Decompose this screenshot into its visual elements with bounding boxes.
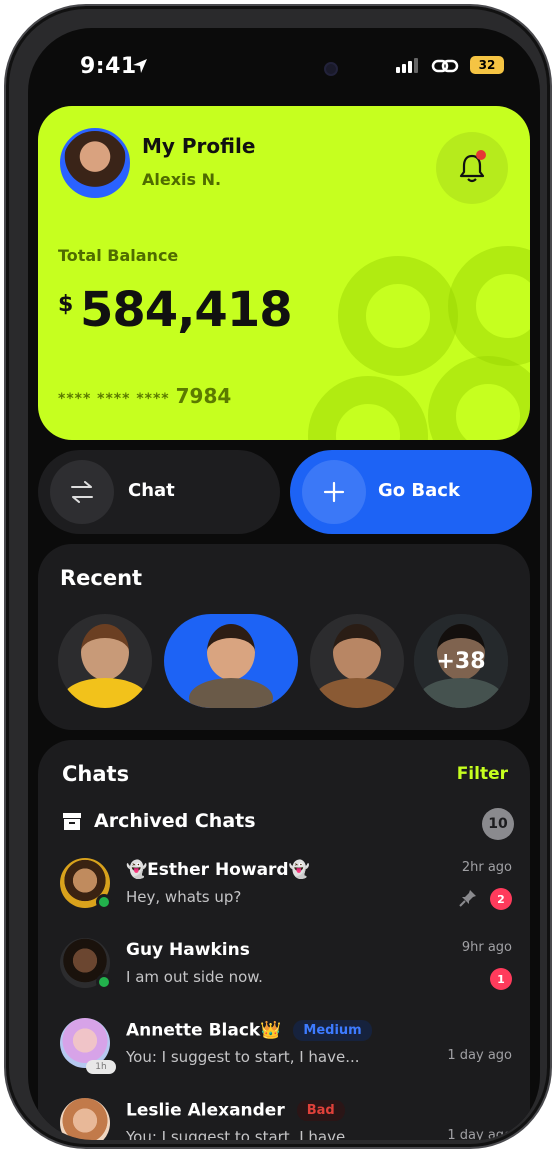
chat-row[interactable]: Leslie Alexander Bad You: I suggest to st… bbox=[60, 1094, 512, 1140]
signal-icon bbox=[396, 58, 418, 73]
card-last4: 7984 bbox=[175, 384, 232, 408]
avatar[interactable] bbox=[60, 128, 130, 198]
chat-name: Annette Black👑 Medium bbox=[126, 1020, 372, 1041]
profile-balance-card: My Profile Alexis N. Total Balance $ 584… bbox=[38, 106, 530, 440]
recent-contact-avatar[interactable] bbox=[58, 614, 152, 708]
chat-message: I am out side now. bbox=[126, 968, 263, 986]
online-indicator bbox=[96, 974, 112, 990]
profile-title[interactable]: My Profile bbox=[142, 134, 255, 158]
unread-badge: 1 bbox=[490, 968, 512, 990]
chat-name: Guy Hawkins bbox=[126, 940, 250, 960]
chat-time: 2hr ago bbox=[461, 860, 512, 875]
go-back-button[interactable]: Go Back bbox=[290, 450, 532, 534]
notification-dot bbox=[476, 150, 486, 160]
recent-section: Recent +38 bbox=[38, 544, 530, 730]
chat-time: 1 day ago bbox=[447, 1048, 512, 1063]
profile-name: Alexis N. bbox=[142, 170, 222, 189]
chat-button-label: Chat bbox=[128, 480, 175, 501]
chats-title: Chats bbox=[62, 762, 130, 786]
battery-icon: 32 bbox=[470, 56, 504, 74]
card-decoration bbox=[308, 376, 428, 440]
location-arrow-icon bbox=[133, 59, 147, 73]
recent-contact-avatar-selected[interactable] bbox=[164, 614, 298, 708]
status-time: 9:41 bbox=[80, 54, 137, 79]
phone-frame: 9:41 32 My Profile Alexis N. Total Balan… bbox=[4, 4, 552, 1149]
chat-message: Hey, whats up? bbox=[126, 888, 242, 906]
recent-more-avatar[interactable]: +38 bbox=[414, 614, 508, 708]
swap-icon bbox=[50, 460, 114, 524]
chat-row[interactable]: 👻Esther Howard👻 Hey, whats up? 2hr ago 2 bbox=[60, 854, 512, 920]
card-number: **** **** **** 7984 bbox=[58, 384, 231, 408]
unread-badge: 2 bbox=[490, 888, 512, 910]
archived-count-badge: 10 bbox=[482, 808, 514, 840]
priority-tag: Bad bbox=[296, 1100, 345, 1121]
chat-name: Leslie Alexander Bad bbox=[126, 1100, 345, 1121]
chat-message: You: I suggest to start, I have... bbox=[126, 1048, 360, 1066]
chats-section: Chats Filter Archived Chats 10 👻Esther H… bbox=[38, 740, 530, 1140]
chat-time: 9hr ago bbox=[461, 940, 512, 955]
archived-chats-row[interactable]: Archived Chats bbox=[62, 810, 256, 832]
notification-button[interactable] bbox=[436, 132, 508, 204]
filter-button[interactable]: Filter bbox=[457, 764, 508, 784]
card-decoration bbox=[428, 356, 530, 440]
balance-label: Total Balance bbox=[58, 246, 179, 265]
chat-name-text: Annette Black👑 bbox=[126, 1020, 282, 1041]
link-icon bbox=[431, 59, 459, 73]
pin-icon bbox=[459, 890, 476, 907]
archive-icon bbox=[63, 813, 81, 830]
plus-icon bbox=[302, 460, 366, 524]
avatar bbox=[60, 1098, 110, 1140]
balance-amount: 584,418 bbox=[80, 282, 293, 338]
chat-row[interactable]: Guy Hawkins I am out side now. 9hr ago 1 bbox=[60, 934, 512, 1000]
go-back-label: Go Back bbox=[378, 480, 460, 501]
screen: 9:41 32 My Profile Alexis N. Total Balan… bbox=[28, 28, 540, 1140]
card-mask: **** **** **** bbox=[58, 391, 170, 407]
recent-title: Recent bbox=[60, 566, 143, 590]
priority-tag: Medium bbox=[293, 1020, 372, 1041]
online-indicator bbox=[96, 894, 112, 910]
status-bar: 9:41 32 bbox=[28, 28, 540, 98]
more-contacts-count: +38 bbox=[414, 614, 508, 708]
archived-chats-label: Archived Chats bbox=[94, 810, 256, 832]
card-decoration bbox=[448, 246, 530, 366]
currency-symbol: $ bbox=[58, 292, 74, 317]
recent-contact-avatar[interactable] bbox=[310, 614, 404, 708]
last-seen-badge: 1h bbox=[86, 1060, 116, 1074]
chat-time: 1 day ago bbox=[447, 1128, 512, 1140]
chat-name: 👻Esther Howard👻 bbox=[126, 860, 310, 880]
chat-message: You: I suggest to start, I have... bbox=[126, 1128, 360, 1140]
front-camera bbox=[324, 62, 338, 76]
chat-row[interactable]: 1h Annette Black👑 Medium You: I suggest t… bbox=[60, 1014, 512, 1080]
chat-button[interactable]: Chat bbox=[38, 450, 280, 534]
chat-name-text: Leslie Alexander bbox=[126, 1100, 285, 1121]
card-decoration bbox=[338, 256, 458, 376]
